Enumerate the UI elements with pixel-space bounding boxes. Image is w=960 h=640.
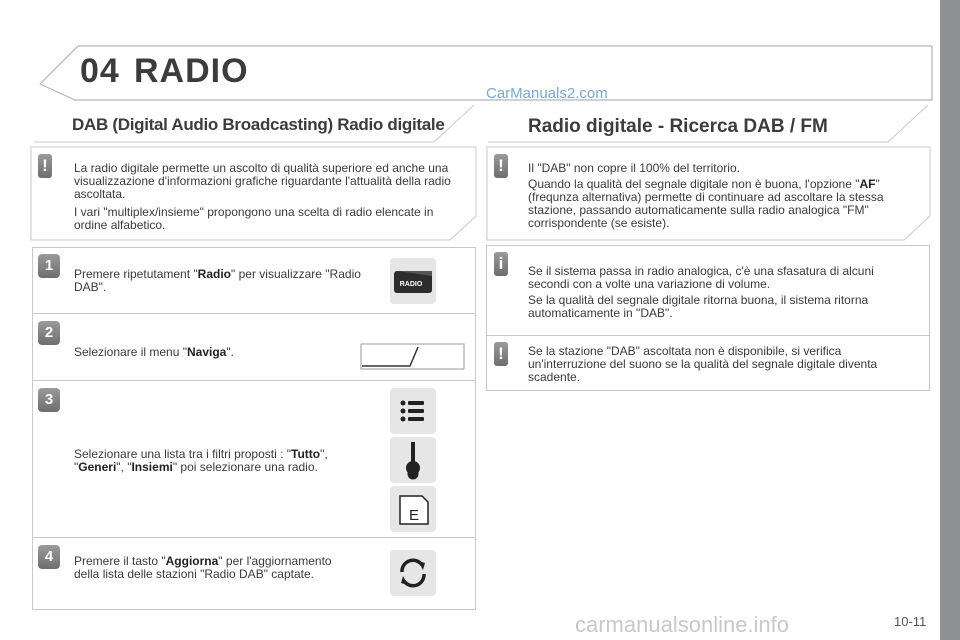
warning-icon: !: [494, 154, 508, 178]
refresh-icon: [390, 550, 436, 596]
right-section-title: Radio digitale - Ricerca DAB / FM: [528, 116, 828, 137]
warning-icon: !: [38, 154, 52, 178]
chapter-number: 04: [80, 52, 120, 90]
right-box1-paragraph-1: Il "DAB" non copre il 100% del territori…: [528, 161, 740, 175]
right-box2-section-1: [487, 246, 929, 336]
step-2-text: Selezionare il menu "Naviga".: [74, 345, 234, 359]
step-2-badge: 2: [38, 321, 60, 345]
left-intro-paragraph-1: La radio digitale permette un ascolto di…: [74, 161, 451, 201]
radio-button-icon: RADIO: [390, 258, 436, 304]
ensemble-letter: E: [409, 507, 419, 524]
step-3-badge: 3: [38, 388, 60, 412]
right-side-bar: [940, 0, 960, 640]
step-1-text: Premere ripetutament "Radio" per visuali…: [74, 267, 361, 294]
page-number: 10-11: [894, 614, 927, 629]
naviga-tab-icon: [360, 343, 465, 370]
step-1-badge: 1: [38, 254, 60, 278]
ensemble-icon: E: [390, 486, 436, 532]
right-box2-paragraph-1: Se il sistema passa in radio analogica, …: [528, 264, 874, 291]
step-4-badge: 4: [38, 545, 60, 569]
guitar-icon: [390, 437, 436, 483]
info-icon: i: [494, 252, 508, 276]
right-box2-paragraph-3: Se la stazione "DAB" ascoltata non è dis…: [528, 344, 878, 384]
list-icon: [390, 388, 436, 434]
radio-button-label: RADIO: [400, 281, 423, 288]
step-4-text: Premere il tasto "Aggiorna" per l'aggior…: [74, 554, 332, 581]
right-box1-paragraph-2: Quando la qualità del segnale digitale n…: [528, 177, 884, 230]
left-section-title: DAB (Digital Audio Broadcasting) Radio d…: [72, 115, 445, 134]
right-box2-paragraph-2: Se la qualità del segnale digitale ritor…: [528, 293, 869, 320]
watermark-bottom: carmanualsonline.info: [575, 612, 790, 637]
chapter-title: RADIO: [134, 52, 249, 90]
step-3-text: Selezionare una lista tra i filtri propo…: [74, 447, 328, 474]
warning-icon: !: [494, 342, 508, 366]
left-intro-paragraph-2: I vari "multiplex/insieme" propongono un…: [74, 205, 434, 232]
